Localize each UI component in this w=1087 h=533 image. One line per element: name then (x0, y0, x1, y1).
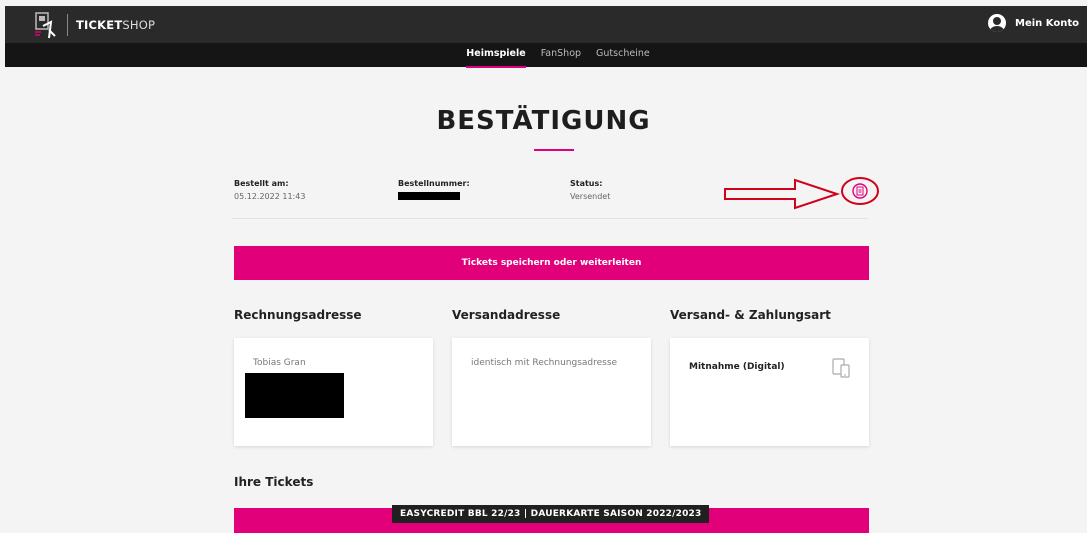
order-status: Status: Versendet (570, 179, 610, 201)
brand-light: SHOP (122, 17, 156, 32)
billing-heading: Rechnungsadresse (234, 308, 362, 322)
account-menu[interactable]: Mein Konto (988, 14, 1079, 32)
pdf-download-icon (841, 177, 879, 205)
top-header: TICKETSHOP Mein Konto (5, 6, 1087, 43)
order-status-value: Versendet (570, 192, 611, 201)
logo-icon[interactable] (31, 9, 61, 41)
title-underline (534, 149, 574, 151)
shipping-card: identisch mit Rechnungsadresse (452, 338, 651, 446)
order-date: Bestellt am: 05.12.2022 11:43 (234, 179, 305, 201)
order-number-redacted (398, 192, 460, 200)
shipping-heading: Versandadresse (452, 308, 561, 322)
arrow-annotation-icon (723, 176, 843, 216)
logo-divider (67, 13, 68, 36)
brand-name[interactable]: TICKETSHOP (76, 18, 155, 32)
order-number: Bestellnummer: (398, 179, 470, 200)
payment-method-card: Mitnahme (Digital) (670, 338, 869, 446)
tickets-heading: Ihre Tickets (234, 475, 314, 489)
order-number-label: Bestellnummer: (398, 179, 470, 188)
order-date-value: 05.12.2022 11:43 (234, 192, 306, 201)
nav-item-gutscheine[interactable]: Gutscheine (596, 48, 650, 63)
pdf-download-button[interactable] (840, 176, 880, 206)
method-heading: Versand- & Zahlungsart (670, 308, 831, 322)
meta-divider (232, 218, 868, 219)
account-label: Mein Konto (1015, 17, 1079, 29)
billing-name: Tobias Gran (253, 358, 306, 368)
save-tickets-button[interactable]: Tickets speichern oder weiterleiten (234, 246, 869, 280)
shipping-method: Mitnahme (Digital) (689, 362, 785, 372)
nav-item-heimspiele[interactable]: Heimspiele (466, 48, 527, 68)
nav-item-fanshop[interactable]: FanShop (541, 48, 581, 63)
device-icon (832, 358, 850, 382)
brand-bold: TICKET (76, 17, 123, 32)
page-title: BESTÄTIGUNG (436, 106, 651, 136)
ticket-title: EASYCREDIT BBL 22/23 | DAUERKARTE SAISON… (392, 505, 710, 523)
main-nav: Heimspiele FanShop Gutscheine (5, 43, 1087, 68)
billing-card: Tobias Gran (234, 338, 433, 446)
order-date-label: Bestellt am: (234, 179, 289, 188)
billing-address-redacted (245, 373, 344, 418)
user-icon (988, 14, 1007, 32)
shipping-address: identisch mit Rechnungsadresse (471, 358, 618, 368)
order-status-label: Status: (570, 179, 603, 188)
